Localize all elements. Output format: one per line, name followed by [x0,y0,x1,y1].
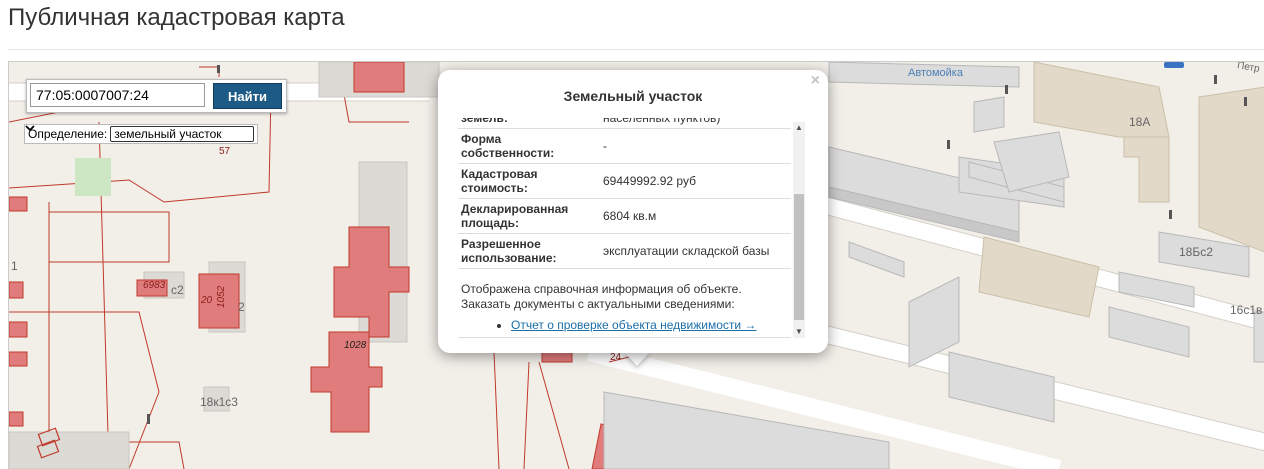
parcel-label-1052: 1052 [216,285,227,308]
map-label-2: 2 [238,300,245,314]
building-label-16s1v: 16с1в [1230,303,1263,317]
cadastral-number-input[interactable] [30,83,205,107]
info-line-1: Отображена справочная информация об объе… [461,282,742,296]
header-divider [8,49,1264,50]
find-button[interactable]: Найти [213,83,282,109]
attr-value: 6804 кв.м [600,198,791,234]
parcel-label-20: 20 [201,295,213,306]
popup-title: Земельный участок [563,88,703,104]
parcel-info-popup: × Земельный участок земель: населенных п… [438,70,828,353]
table-row: Разрешенное использование: эксплуатации … [458,233,791,269]
map-label-1: 1 [11,259,18,273]
table-row: Декларированная площадь: 6804 кв.м [458,198,791,234]
table-row: Форма собственности: - [458,128,791,164]
attributes-table: земель: населенных пунктов) Форма собств… [458,118,791,269]
attr-value: эксплуатации складской базы [600,233,791,269]
list-item: Отчет о проверке объекта недвижимости → [511,318,791,333]
building-label-18k1s3: 18к1с3 [200,395,238,409]
street-label-avtomoyka: Автомойка [908,67,963,79]
building-label-18bs2: 18Бс2 [1179,245,1213,259]
attr-name: Форма собственности: [458,128,600,164]
attr-name: Разрешенное использование: [458,233,600,269]
table-row: Кадастровая стоимость: 69449992.92 руб [458,163,791,199]
definition-label: Определение: [28,127,108,141]
document-links: Отчет о проверке объекта недвижимости → [461,318,791,333]
attr-value: населенных пунктов) [600,118,791,129]
definition-panel: Определение: земельный участок [24,124,259,144]
scroll-down-icon[interactable]: ▼ [793,326,805,338]
map-label-c2: c2 [171,283,184,297]
popup-tip [624,352,650,366]
popup-scrollbar[interactable]: ▲ ▼ [793,122,805,338]
attr-name: Кадастровая стоимость: [458,163,600,199]
search-panel: Найти [26,79,287,113]
info-line-2: Заказать документы с актуальными сведени… [461,297,735,311]
page-title: Публичная кадастровая карта [8,4,345,31]
scroll-up-icon[interactable]: ▲ [793,122,805,134]
scrollbar-thumb[interactable] [794,194,804,320]
attr-value: 69449992.92 руб [600,163,791,199]
table-row: земель: населенных пунктов) [458,118,791,129]
reference-info: Отображена справочная информация об объе… [458,282,791,333]
popup-body[interactable]: земель: населенных пунктов) Форма собств… [458,118,791,338]
definition-selected-value: земельный участок [114,127,222,141]
parcel-label-1028: 1028 [344,340,367,351]
building-label-18a: 18А [1129,115,1151,129]
parcel-label-24: 24 [610,352,622,363]
attr-name: земель: [458,118,600,129]
attr-name: Декларированная площадь: [458,198,600,234]
definition-select[interactable]: земельный участок [25,125,255,142]
parcel-label-57: 57 [219,146,231,157]
attr-value: - [600,128,791,164]
parcel-label-6983: 6983 [143,280,166,291]
property-report-link[interactable]: Отчет о проверке объекта недвижимости → [511,318,756,332]
